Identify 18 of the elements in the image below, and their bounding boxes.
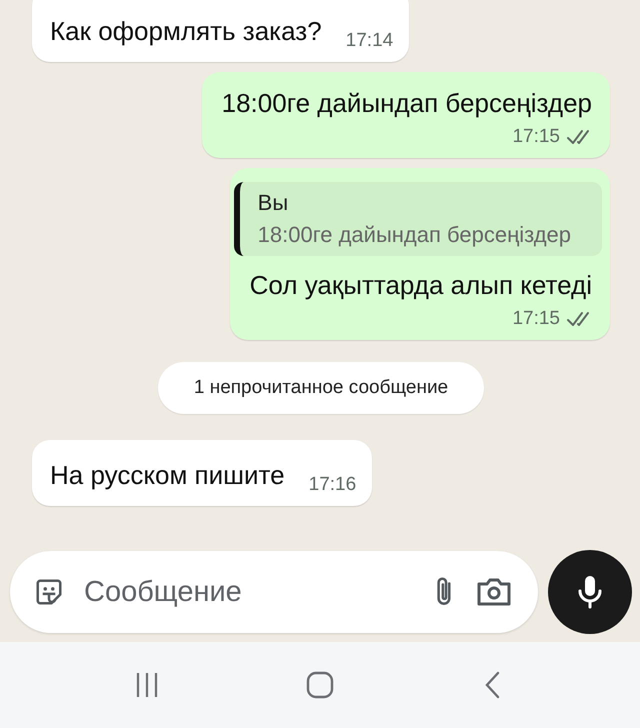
message-text: 18:00ге дайындап берсеңіздер <box>220 87 593 120</box>
message-field[interactable]: Сообщение <box>10 551 538 633</box>
message-text: Сол уақыттарда алып кетеді <box>248 269 593 302</box>
message-text: Как оформлять заказ? <box>50 15 322 48</box>
microphone-icon <box>576 574 604 610</box>
message-time: 17:16 <box>308 474 356 496</box>
message-time: 17:15 <box>512 126 560 148</box>
quoted-message[interactable]: Вы 18:00ге дайындап берсеңіздер <box>234 182 602 256</box>
unread-divider: 1 непрочитанное сообщение <box>158 362 484 414</box>
message-input[interactable]: Сообщение <box>82 574 414 610</box>
sticker-icon[interactable] <box>34 577 64 607</box>
home-icon[interactable] <box>304 670 335 700</box>
quote-text: 18:00ге дайындап берсеңіздер <box>258 222 572 248</box>
message-time: 17:14 <box>346 30 394 52</box>
camera-icon[interactable] <box>476 576 512 608</box>
message-time: 17:15 <box>512 308 560 330</box>
quote-author: Вы <box>258 190 290 216</box>
message-text: На русском пишите <box>50 459 285 492</box>
